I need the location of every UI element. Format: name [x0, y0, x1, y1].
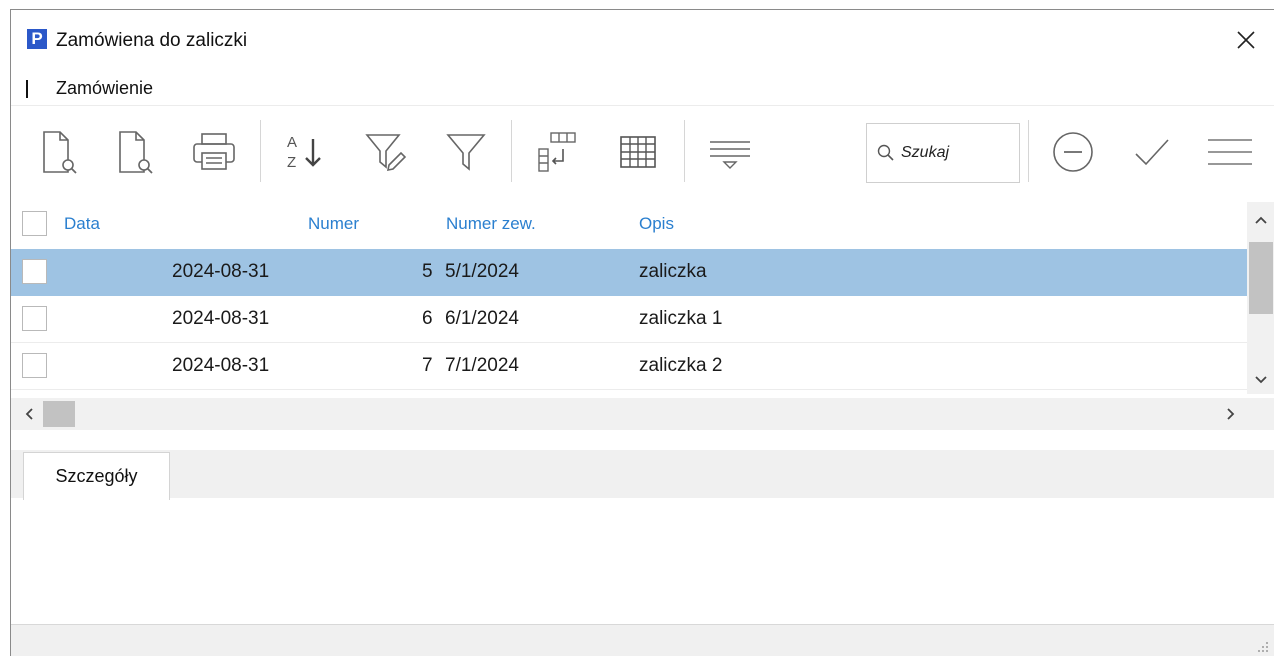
column-header-data[interactable]: Data	[64, 214, 100, 234]
cell-opis: zaliczka 1	[639, 308, 723, 329]
resize-grip-icon[interactable]	[1257, 641, 1269, 653]
column-header-numer[interactable]: Numer	[308, 214, 359, 234]
preview-document-icon	[119, 131, 153, 174]
new-document-button[interactable]	[33, 126, 83, 178]
cell-numer-zew: 5/1/2024	[445, 261, 519, 282]
vertical-scroll-thumb[interactable]	[1249, 242, 1273, 314]
table-row[interactable]: 2024-08-31 7 7/1/2024 zaliczka 2	[11, 343, 1247, 390]
toolbar: A Z	[11, 108, 1274, 198]
menu-separator	[26, 80, 28, 98]
cell-data: 2024-08-31	[172, 261, 270, 282]
toolbar-separator	[260, 120, 261, 182]
toolbar-separator	[1028, 120, 1029, 182]
chevron-left-icon	[25, 408, 33, 420]
grid-header: Data Numer Numer zew. Opis	[11, 202, 1247, 249]
edit-filter-button[interactable]	[361, 126, 411, 178]
summary-button[interactable]	[705, 126, 755, 178]
details-panel: Szczegóły	[11, 450, 1274, 630]
sort-button[interactable]: A Z	[281, 126, 331, 178]
scroll-right-button[interactable]	[1217, 400, 1245, 428]
checkmark-icon	[1135, 139, 1169, 166]
grid-icon	[620, 136, 656, 168]
window-title: Zamówiena do zaliczki	[56, 30, 248, 51]
horizontal-scrollbar[interactable]	[11, 398, 1247, 430]
chevron-up-icon	[1255, 216, 1267, 224]
sort-az-icon: A Z	[287, 134, 321, 171]
cell-numer: 7	[422, 355, 433, 376]
search-box[interactable]	[866, 123, 1020, 183]
app-logo-icon: P	[27, 29, 47, 49]
row-checkbox[interactable]	[22, 306, 47, 331]
table-row[interactable]: 2024-08-31 6 6/1/2024 zaliczka 1	[11, 296, 1247, 343]
edit-filter-icon	[365, 134, 407, 172]
chevron-down-icon	[1255, 376, 1267, 384]
cell-opis: zaliczka 2	[639, 355, 723, 376]
print-button[interactable]	[189, 126, 239, 178]
preview-document-button[interactable]	[109, 126, 159, 178]
svg-text:A: A	[287, 134, 297, 151]
minus-circle-icon	[1053, 132, 1093, 172]
confirm-button[interactable]	[1127, 126, 1177, 178]
cell-opis: zaliczka	[639, 261, 707, 282]
menu-item-zamowienie[interactable]: Zamówienie	[56, 78, 153, 99]
cell-numer: 5	[422, 261, 433, 282]
cell-numer: 6	[422, 308, 433, 329]
column-header-opis[interactable]: Opis	[639, 214, 674, 234]
row-checkbox[interactable]	[22, 259, 47, 284]
tab-szczegoly[interactable]: Szczegóły	[23, 452, 170, 500]
menu-icon	[1208, 139, 1252, 165]
group-columns-icon	[538, 132, 576, 172]
filter-button[interactable]	[441, 126, 491, 178]
cell-numer-zew: 6/1/2024	[445, 308, 519, 329]
close-icon	[1237, 31, 1255, 49]
table-row[interactable]: 2024-08-31 5 5/1/2024 zaliczka	[11, 249, 1247, 296]
scroll-down-button[interactable]	[1247, 366, 1274, 394]
vertical-scrollbar[interactable]	[1247, 202, 1274, 394]
more-menu-button[interactable]	[1205, 126, 1255, 178]
scroll-up-button[interactable]	[1247, 206, 1274, 234]
remove-button[interactable]	[1048, 126, 1098, 178]
summary-lines-icon	[710, 141, 750, 169]
group-columns-button[interactable]	[531, 126, 581, 178]
svg-text:Z: Z	[287, 154, 296, 171]
row-checkbox[interactable]	[22, 353, 47, 378]
filter-icon	[446, 134, 486, 171]
cell-data: 2024-08-31	[172, 308, 270, 329]
scrollbar-corner	[1247, 398, 1274, 430]
new-document-icon	[43, 131, 77, 174]
print-icon	[193, 133, 235, 170]
details-tabstrip: Szczegóły	[11, 450, 1274, 500]
dialog-window: P Zamówiena do zaliczki Zamówienie A Z S…	[10, 9, 1274, 656]
cell-numer-zew: 7/1/2024	[445, 355, 519, 376]
scroll-left-button[interactable]	[15, 400, 43, 428]
cell-data: 2024-08-31	[172, 355, 270, 376]
chevron-right-icon	[1227, 408, 1235, 420]
toolbar-separator	[511, 120, 512, 182]
orders-grid: Data Numer Numer zew. Opis 2024-08-31 5 …	[11, 202, 1274, 430]
search-input[interactable]	[901, 144, 1011, 162]
search-icon	[877, 144, 894, 161]
select-all-checkbox[interactable]	[22, 211, 47, 236]
grid-view-button[interactable]	[613, 126, 663, 178]
column-header-numer-zew[interactable]: Numer zew.	[446, 214, 536, 234]
horizontal-scroll-thumb[interactable]	[43, 401, 75, 427]
title-bar: P Zamówiena do zaliczki	[11, 10, 1274, 72]
toolbar-separator	[684, 120, 685, 182]
status-bar	[11, 624, 1274, 656]
menu-bar: Zamówienie	[11, 72, 1274, 106]
close-button[interactable]	[1223, 23, 1269, 57]
